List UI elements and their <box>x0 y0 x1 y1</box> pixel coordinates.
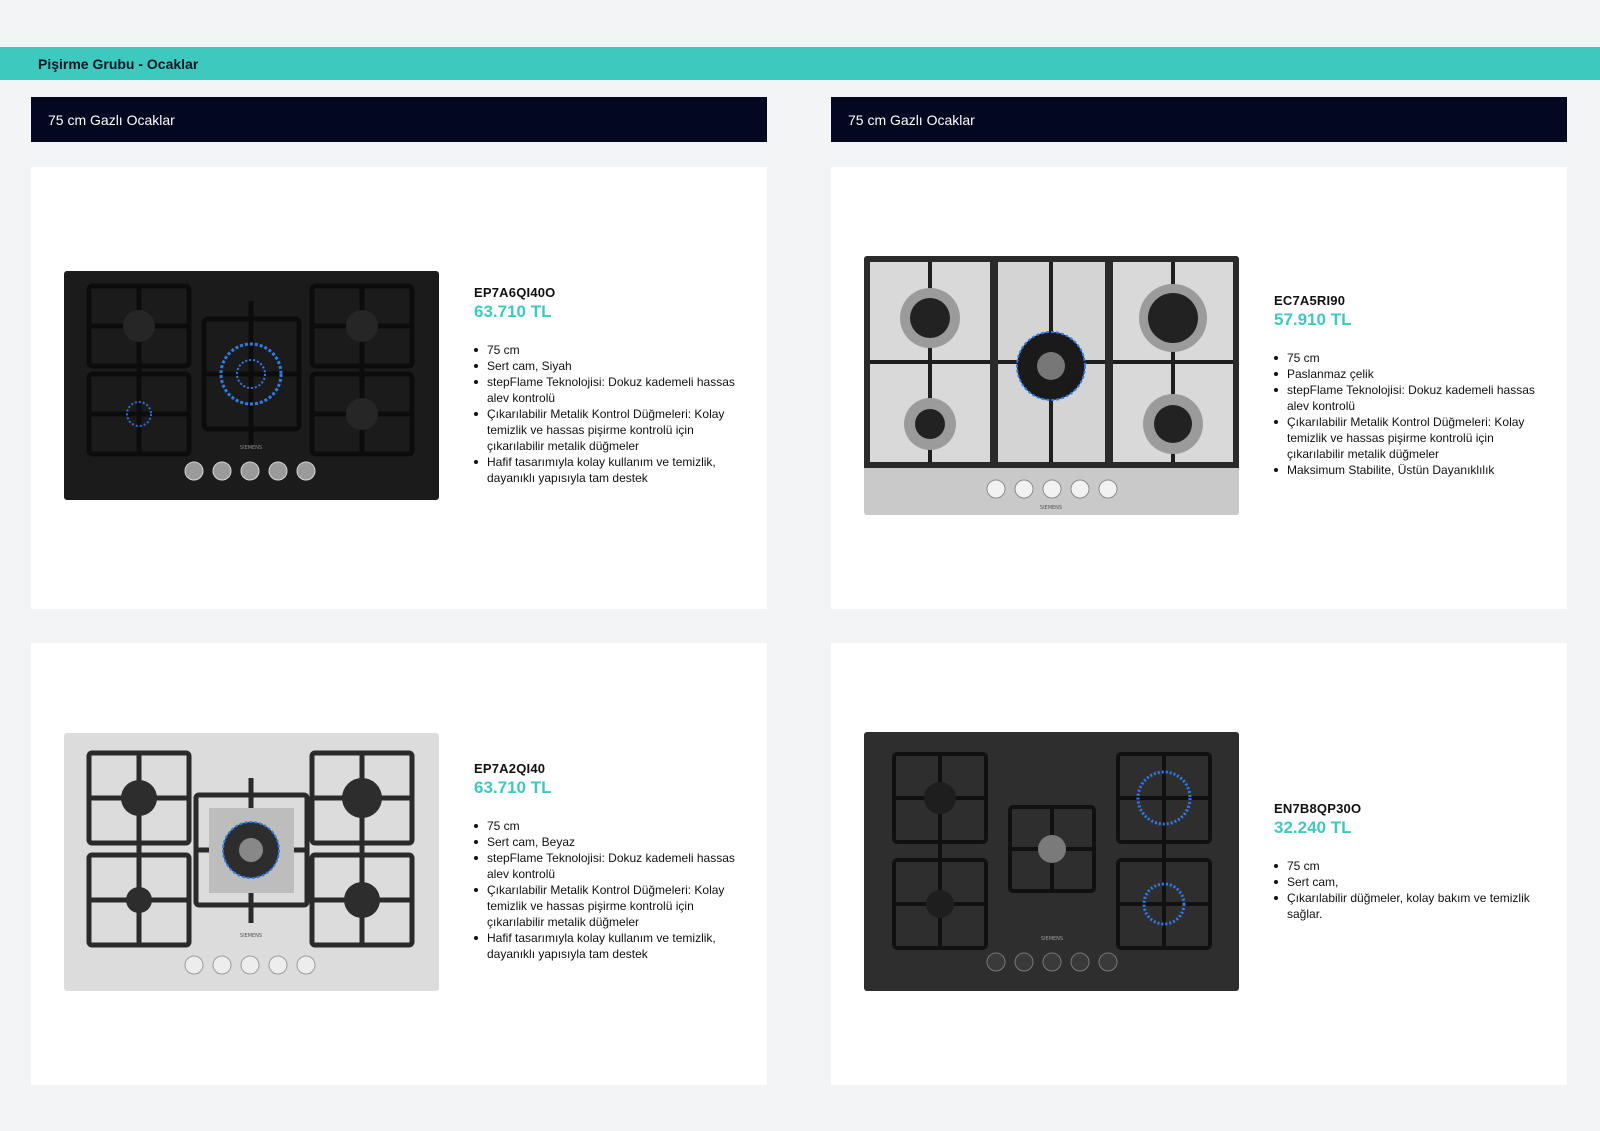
product-info: EN7B8QP30O 32.240 TL 75 cm Sert cam, Çık… <box>1274 801 1549 922</box>
cooktop-dark-glass-image: SIEMENS <box>864 732 1239 991</box>
column-header-left-label: 75 cm Gazlı Ocaklar <box>48 111 175 128</box>
feature-item: Sert cam, Beyaz <box>474 834 749 850</box>
product-image: SIEMENS <box>64 271 439 500</box>
feature-item: Maksimum Stabilite, Üstün Dayanıklılık <box>1274 462 1549 478</box>
cooktop-white-glass-image: SIEMENS <box>64 733 439 991</box>
product-model: EN7B8QP30O <box>1274 801 1362 816</box>
section-title-bar: Pişirme Grubu - Ocaklar <box>0 47 1600 80</box>
brand-mark: SIEMENS <box>240 933 262 939</box>
feature-item: 75 cm <box>1274 350 1549 366</box>
brand-mark: SIEMENS <box>240 445 262 451</box>
product-image: SIEMENS <box>864 732 1239 991</box>
feature-item: 75 cm <box>474 342 749 358</box>
cooktop-stainless-image: SIEMENS <box>864 256 1239 515</box>
product-card-ec7a5ri90: SIEMENS EC7A5RI90 57.910 TL 75 cm Paslan… <box>831 167 1567 609</box>
product-model: EC7A5RI90 <box>1274 293 1346 308</box>
product-info: EP7A2QI40 63.710 TL 75 cm Sert cam, Beya… <box>474 761 749 962</box>
product-info: EC7A5RI90 57.910 TL 75 cm Paslanmaz çeli… <box>1274 293 1549 478</box>
product-card-ep7a2qi40: SIEMENS EP7A2QI40 63.710 TL 75 cm Sert c… <box>31 643 767 1085</box>
product-price: 32.240 TL <box>1274 818 1352 837</box>
column-header-right-label: 75 cm Gazlı Ocaklar <box>848 111 975 128</box>
column-header-right: 75 cm Gazlı Ocaklar <box>831 97 1567 142</box>
product-model: EP7A2QI40 <box>474 761 546 776</box>
feature-list: 75 cm Sert cam, Siyah stepFlame Teknoloj… <box>474 342 749 486</box>
feature-item: Çıkarılabilir Metalik Kontrol Düğmeleri:… <box>474 406 749 454</box>
feature-item: Hafif tasarımıyla kolay kullanım ve temi… <box>474 930 749 962</box>
feature-item: Çıkarılabilir Metalik Kontrol Düğmeleri:… <box>474 882 749 930</box>
feature-item: Sert cam, <box>1274 874 1549 890</box>
feature-item: stepFlame Teknolojisi: Dokuz kademeli ha… <box>474 850 749 882</box>
feature-item: stepFlame Teknolojisi: Dokuz kademeli ha… <box>1274 382 1549 414</box>
feature-item: stepFlame Teknolojisi: Dokuz kademeli ha… <box>474 374 749 406</box>
feature-item: Çıkarılabilir düğmeler, kolay bakım ve t… <box>1274 890 1549 922</box>
feature-item: 75 cm <box>1274 858 1549 874</box>
product-card-en7b8qp30o: SIEMENS EN7B8QP30O 32.240 TL 75 cm Sert … <box>831 643 1567 1085</box>
feature-item: Çıkarılabilir Metalik Kontrol Düğmeleri:… <box>1274 414 1549 462</box>
column-header-left: 75 cm Gazlı Ocaklar <box>31 97 767 142</box>
brand-mark: SIEMENS <box>1041 936 1063 942</box>
section-title: Pişirme Grubu - Ocaklar <box>38 55 199 72</box>
feature-item: 75 cm <box>474 818 749 834</box>
feature-list: 75 cm Sert cam, Beyaz stepFlame Teknoloj… <box>474 818 749 962</box>
product-image: SIEMENS <box>64 733 439 991</box>
feature-item: Hafif tasarımıyla kolay kullanım ve temi… <box>474 454 749 486</box>
feature-item: Paslanmaz çelik <box>1274 366 1549 382</box>
feature-list: 75 cm Paslanmaz çelik stepFlame Teknoloj… <box>1274 350 1549 478</box>
product-image: SIEMENS <box>864 256 1239 515</box>
product-price: 63.710 TL <box>474 302 552 321</box>
feature-item: Sert cam, Siyah <box>474 358 749 374</box>
product-info: EP7A6QI40O 63.710 TL 75 cm Sert cam, Siy… <box>474 285 749 486</box>
product-card-ep7a6qi40o: SIEMENS EP7A6QI40O 63.710 TL 75 cm Sert … <box>31 167 767 609</box>
product-model: EP7A6QI40O <box>474 285 556 300</box>
feature-list: 75 cm Sert cam, Çıkarılabilir düğmeler, … <box>1274 858 1549 922</box>
product-price: 63.710 TL <box>474 778 552 797</box>
cooktop-black-glass-image: SIEMENS <box>64 271 439 500</box>
brand-mark: SIEMENS <box>1040 505 1062 511</box>
product-price: 57.910 TL <box>1274 310 1352 329</box>
